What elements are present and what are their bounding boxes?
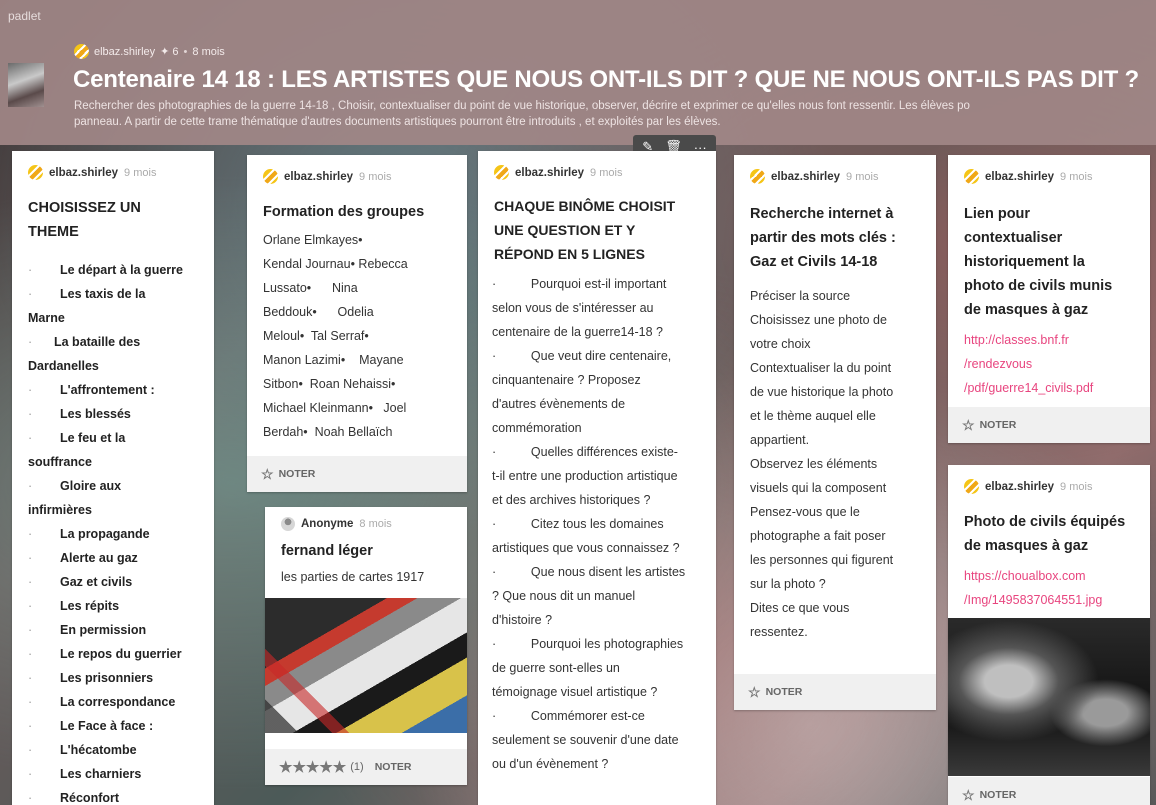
post-link[interactable]: https://choualbox.com /Img/1495837064551…: [948, 564, 1150, 612]
board-meta: elbaz.shirley ✦ 6 • 8 mois: [74, 44, 225, 59]
star-icon: ☆: [962, 416, 975, 433]
post-time: 9 mois: [1060, 480, 1093, 493]
post-card-themes[interactable]: elbaz.shirley 9 mois CHOISISSEZ UN THEME…: [12, 151, 214, 805]
list-item: · Alerte au gaz: [28, 551, 138, 565]
post-header: Anonyme 8 mois: [265, 507, 467, 531]
post-time: 9 mois: [590, 166, 623, 179]
post-author[interactable]: elbaz.shirley: [985, 171, 1054, 183]
note-button[interactable]: ☆ NOTER: [247, 456, 467, 492]
board-age: 8 mois: [192, 45, 225, 58]
user-avatar-icon: [964, 169, 979, 184]
post-title: Lien pour contextualiser historiquement …: [964, 206, 1113, 318]
user-avatar-icon: [263, 169, 278, 184]
list-item: · Les prisonniers: [28, 671, 154, 685]
list-item: · Le Face à face :: [28, 719, 154, 733]
post-author[interactable]: elbaz.shirley: [985, 481, 1054, 493]
board-description: Rechercher des photographies de la guerr…: [74, 98, 1154, 130]
post-title: CHAQUE BINÔME CHOISIT UNE QUESTION ET Y …: [494, 198, 676, 262]
list-item: · La correspondance: [28, 695, 176, 709]
post-time: 9 mois: [1060, 170, 1093, 183]
board-title: Centenaire 14 18 : LES ARTISTES QUE NOUS…: [73, 66, 1140, 93]
contributors-count: ✦ 6: [160, 46, 179, 58]
post-card-leger[interactable]: Anonyme 8 mois fernand léger les parties…: [265, 507, 467, 785]
post-time: 9 mois: [846, 170, 879, 183]
list-item: · En permission: [28, 623, 147, 637]
list-item: · Le feu et la souffrance: [28, 431, 126, 469]
note-button[interactable]: NOTER: [375, 761, 412, 773]
list-item: · Le départ à la guerre: [28, 263, 183, 277]
note-button[interactable]: ☆ NOTER: [948, 407, 1150, 443]
post-body: les parties de cartes 1917: [281, 570, 425, 584]
civils-gas-mask-photo[interactable]: [948, 618, 1150, 776]
list-item: · Les répits: [28, 599, 120, 613]
star-icon: ☆: [748, 683, 761, 700]
list-item: · La propagande: [28, 527, 150, 541]
user-avatar-icon: [964, 479, 979, 494]
post-author[interactable]: elbaz.shirley: [284, 171, 353, 183]
note-button[interactable]: ☆ NOTER: [734, 674, 936, 710]
post-header: elbaz.shirley 9 mois: [734, 155, 936, 184]
meta-separator: •: [183, 45, 188, 58]
padlet-logo[interactable]: padlet: [8, 9, 41, 23]
post-title-line: CHOISISSEZ UN: [28, 200, 141, 216]
list-item: · Les blessés: [28, 407, 131, 421]
post-title-line: THEME: [28, 224, 79, 240]
post-time: 8 mois: [359, 518, 392, 530]
post-time: 9 mois: [124, 166, 157, 179]
user-avatar-icon: [750, 169, 765, 184]
list-item: · La bataille des Dardanelles: [28, 335, 141, 373]
anonymous-avatar-icon: [281, 517, 295, 531]
post-card-photo-civils[interactable]: elbaz.shirley 9 mois Photo de civils équ…: [948, 465, 1150, 805]
post-card-research[interactable]: elbaz.shirley 9 mois Recherche internet …: [734, 155, 936, 710]
post-title: Recherche internet à partir des mots clé…: [750, 206, 896, 270]
post-header: elbaz.shirley 9 mois: [948, 465, 1150, 494]
post-body: Préciser la source Choisissez une photo …: [750, 289, 894, 639]
list-item: · Les charniers: [28, 767, 142, 781]
post-title: Formation des groupes: [263, 204, 425, 220]
post-card-link-bnf[interactable]: elbaz.shirley 9 mois Lien pour contextua…: [948, 155, 1150, 443]
post-link[interactable]: http://classes.bnf.fr /rendezvous /pdf/g…: [948, 328, 1150, 400]
list-item: · Réconfort: [28, 791, 120, 805]
board-author[interactable]: elbaz.shirley: [94, 46, 155, 58]
post-author: Anonyme: [301, 518, 354, 530]
post-card-groups[interactable]: elbaz.shirley 9 mois Formation des group…: [247, 155, 467, 492]
list-item: · L'affrontement :: [28, 383, 155, 397]
list-item: · Les taxis de la Marne: [28, 287, 146, 325]
list-item: · Gloire aux infirmières: [28, 479, 122, 517]
list-item: · Gaz et civils: [28, 575, 133, 589]
list-item: · Le repos du guerrier: [28, 647, 182, 661]
user-avatar-icon: [28, 165, 43, 180]
post-title: fernand léger: [281, 543, 373, 559]
user-avatar-icon: [494, 165, 509, 180]
list-item: · L'hécatombe: [28, 743, 137, 757]
star-icon: ☆: [962, 786, 975, 803]
star-rating-icon[interactable]: ★★★★★ (1): [279, 758, 370, 776]
user-avatar-icon: [74, 44, 89, 59]
post-body: · Pourquoi est-il important selon vous d…: [492, 277, 686, 771]
star-icon: ☆: [261, 465, 274, 482]
board-description-line: Rechercher des photographies de la guerr…: [74, 100, 970, 112]
post-title: Photo de civils équipés de masques à gaz: [964, 514, 1126, 554]
theme-list: · Le départ à la guerre · Les taxis de la M…: [12, 258, 214, 805]
rating-bar: ★★★★★ (1) NOTER: [265, 749, 467, 785]
post-card-questions[interactable]: elbaz.shirley 9 mois CHAQUE BINÔME CHOIS…: [478, 151, 716, 805]
post-author[interactable]: elbaz.shirley: [771, 171, 840, 183]
post-header: elbaz.shirley 9 mois: [948, 155, 1150, 184]
post-header: elbaz.shirley 9 mois: [478, 151, 716, 180]
post-author[interactable]: elbaz.shirley: [515, 167, 584, 179]
board-header: padlet elbaz.shirley ✦ 6 • 8 mois Centen…: [0, 0, 1156, 145]
post-author[interactable]: elbaz.shirley: [49, 167, 118, 179]
post-title: CHOISISSEZ UN THEME: [12, 196, 214, 244]
leger-painting-image[interactable]: [265, 598, 467, 733]
post-body: Orlane Elmkayes• Kendal Journau• Rebecca…: [263, 233, 408, 439]
note-button[interactable]: ☆ NOTER: [948, 777, 1150, 805]
post-time: 9 mois: [359, 170, 392, 183]
board-description-line: panneau. A partir de cette trame thémati…: [74, 116, 721, 128]
post-header: elbaz.shirley 9 mois: [247, 155, 467, 184]
board-avatar: [8, 63, 44, 107]
post-header: elbaz.shirley 9 mois: [12, 151, 214, 180]
